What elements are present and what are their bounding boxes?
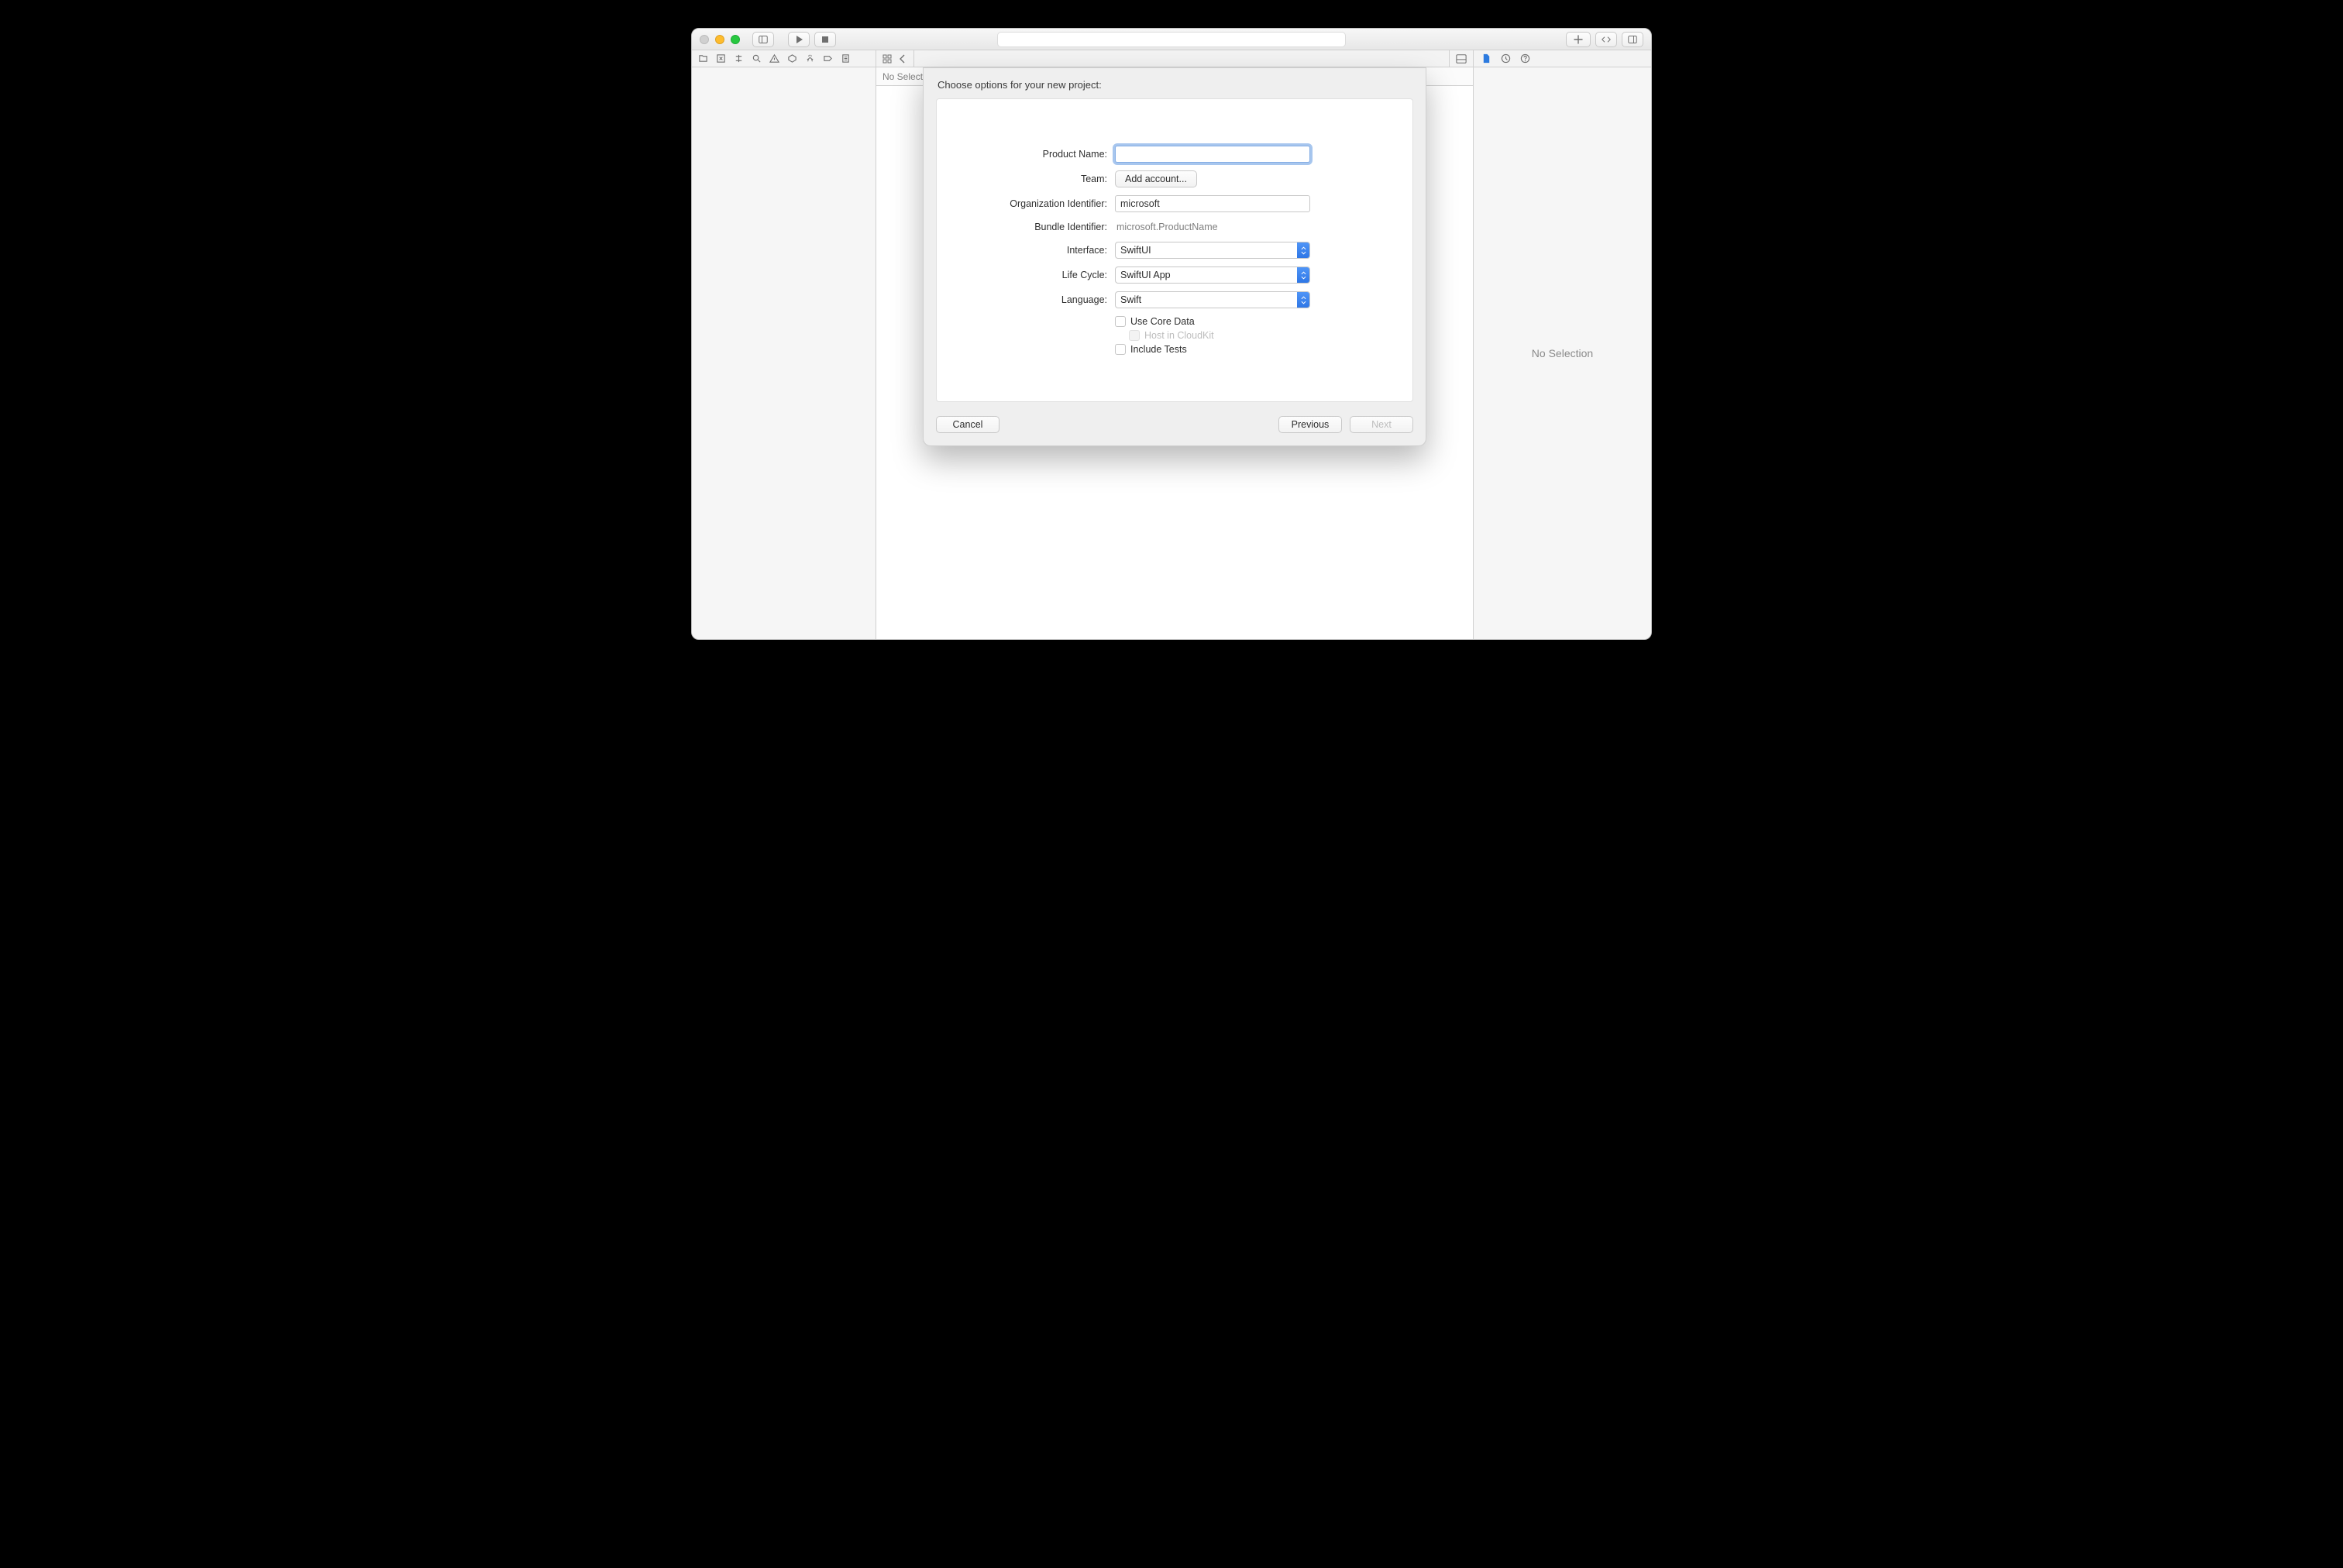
window-traffic-lights: [700, 35, 740, 44]
stop-button[interactable]: [814, 32, 836, 47]
find-navigator-icon[interactable]: [752, 53, 762, 64]
previous-button[interactable]: Previous: [1278, 416, 1342, 433]
test-navigator-icon[interactable]: [787, 53, 797, 64]
source-control-navigator-icon[interactable]: [716, 53, 726, 64]
navigator-selector: [692, 50, 876, 67]
include-tests-label: Include Tests: [1130, 344, 1187, 355]
language-select[interactable]: Swift: [1115, 291, 1310, 308]
play-icon: [794, 35, 803, 44]
window-close-icon[interactable]: [700, 35, 709, 44]
code-review-button[interactable]: [1595, 32, 1617, 47]
select-stepper-icon: [1297, 242, 1309, 258]
new-project-options-sheet: Choose options for your new project: Pro…: [923, 67, 1426, 446]
interface-select[interactable]: SwiftUI: [1115, 242, 1310, 259]
plus-icon: [1574, 35, 1583, 44]
navigator-panel: [692, 67, 876, 639]
product-name-label: Product Name:: [960, 149, 1107, 160]
include-tests-checkbox[interactable]: [1115, 344, 1126, 355]
file-inspector-icon[interactable]: [1481, 53, 1491, 64]
breakpoint-navigator-icon[interactable]: [823, 53, 833, 64]
activity-viewer[interactable]: [997, 32, 1346, 47]
go-back-icon[interactable]: [898, 54, 907, 64]
language-label: Language:: [960, 294, 1107, 305]
life-cycle-select[interactable]: SwiftUI App: [1115, 266, 1310, 284]
toggle-navigator-button[interactable]: [752, 32, 774, 47]
window-zoom-icon[interactable]: [731, 35, 740, 44]
history-inspector-icon[interactable]: [1501, 53, 1511, 64]
related-items-icon[interactable]: [882, 54, 892, 64]
symbol-navigator-icon[interactable]: [734, 53, 744, 64]
sheet-form-panel: Product Name: Team: Add account...: [936, 98, 1413, 402]
stop-icon: [821, 35, 830, 44]
titlebar: [692, 29, 1651, 50]
editor-area: No Selection Choose options for your new…: [876, 67, 1473, 639]
inspector-panel: No Selection: [1473, 67, 1651, 639]
bundle-id-value: microsoft.ProductName: [1115, 222, 1218, 232]
library-button[interactable]: [1566, 32, 1591, 47]
project-navigator-icon[interactable]: [698, 53, 708, 64]
interface-label: Interface:: [960, 245, 1107, 256]
report-navigator-icon[interactable]: [841, 53, 851, 64]
navigator-tab-bar: [692, 50, 1651, 67]
xcode-window: No Selection Choose options for your new…: [691, 28, 1652, 640]
sheet-title: Choose options for your new project:: [938, 79, 1413, 91]
inspector-placeholder: No Selection: [1532, 347, 1593, 359]
editor-mode-icons: [1449, 50, 1473, 67]
run-button[interactable]: [788, 32, 810, 47]
main-split: No Selection Choose options for your new…: [692, 67, 1651, 639]
use-core-data-label: Use Core Data: [1130, 316, 1195, 327]
debug-navigator-icon[interactable]: [805, 53, 815, 64]
next-button: Next: [1350, 416, 1413, 433]
sheet-footer: Cancel Previous Next: [936, 416, 1413, 433]
cancel-button[interactable]: Cancel: [936, 416, 999, 433]
issue-navigator-icon[interactable]: [769, 53, 779, 64]
bundle-id-label: Bundle Identifier:: [960, 222, 1107, 232]
language-select-value: Swift: [1120, 294, 1141, 305]
inspector-selector: [1473, 50, 1651, 67]
select-stepper-icon: [1297, 292, 1309, 308]
use-core-data-checkbox[interactable]: [1115, 316, 1126, 327]
sidebar-right-icon: [1628, 35, 1637, 44]
host-cloudkit-label: Host in CloudKit: [1144, 330, 1214, 341]
toggle-inspector-button[interactable]: [1622, 32, 1643, 47]
life-cycle-select-value: SwiftUI App: [1120, 270, 1171, 280]
adjust-editor-icon[interactable]: [1456, 53, 1467, 64]
select-stepper-icon: [1297, 267, 1309, 283]
sidebar-left-icon: [759, 35, 768, 44]
arrows-left-right-icon: [1602, 35, 1611, 44]
help-inspector-icon[interactable]: [1520, 53, 1530, 64]
team-label: Team:: [960, 174, 1107, 184]
life-cycle-label: Life Cycle:: [960, 270, 1107, 280]
org-id-input[interactable]: [1115, 195, 1310, 212]
editor-jump-bar-icons: [876, 50, 914, 67]
host-cloudkit-checkbox: [1129, 330, 1140, 341]
product-name-input[interactable]: [1115, 146, 1310, 163]
org-id-label: Organization Identifier:: [960, 198, 1107, 209]
add-account-button[interactable]: Add account...: [1115, 170, 1197, 187]
interface-select-value: SwiftUI: [1120, 245, 1151, 256]
window-minimize-icon[interactable]: [715, 35, 724, 44]
